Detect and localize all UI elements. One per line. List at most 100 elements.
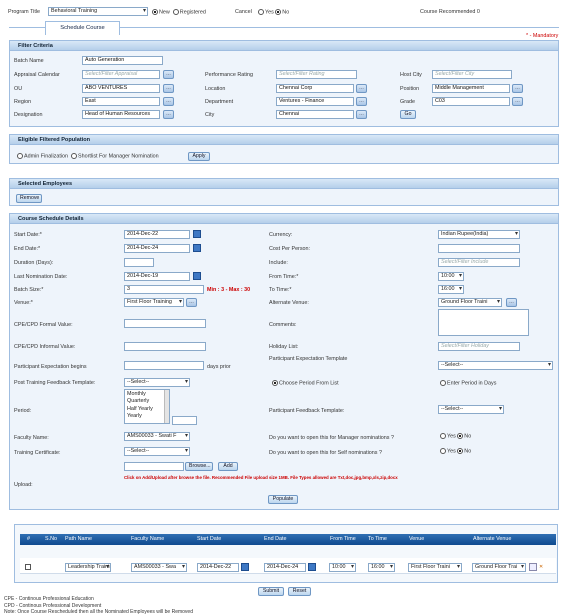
appraisal-lookup-button[interactable]: … [163,70,174,79]
host-city-field[interactable]: Select/Filter City [432,70,512,79]
faculty-name-select[interactable]: AMS00033 - Swati F [124,432,190,441]
grade-label: Grade [400,99,415,105]
end-date-field[interactable]: 2014-Dec-24 [124,244,190,253]
program-title-select[interactable]: Behavioral Training [48,7,148,16]
participant-expectation-days-field[interactable] [124,361,204,370]
batch-size-field[interactable]: 3 [124,285,204,294]
submit-button[interactable]: Submit [258,587,284,596]
participant-expectation-template-select[interactable]: --Select-- [438,361,553,370]
start-date-calendar-icon[interactable] [193,230,201,238]
period-option[interactable]: Half Yearly [127,406,167,413]
row-start-date-calendar-icon[interactable] [241,563,249,571]
alternate-venue-lookup-button[interactable]: … [506,298,517,307]
alternate-venue-label: Alternate Venue: [269,300,309,306]
post-training-select[interactable]: --Select-- [124,378,190,387]
admin-finalization-radio[interactable] [17,153,23,159]
cpe-informal-field[interactable] [124,342,206,351]
participant-feedback-select[interactable]: --Select-- [438,405,504,414]
region-lookup-button[interactable]: … [163,97,174,106]
row-end-date-field[interactable]: 2014-Dec-24 [264,563,306,572]
period-listbox[interactable]: Monthly Quarterly Half Yearly Yearly [124,389,170,424]
cpe-formal-field[interactable] [124,319,206,328]
manager-no-radio[interactable] [457,433,464,439]
row-to-time-select[interactable]: 16:00 [368,563,395,572]
position-field[interactable]: Middle Management [432,84,510,93]
enter-period-radio[interactable] [440,380,446,386]
add-upload-button[interactable]: Add [218,462,238,471]
browse-button[interactable]: Browse... [185,462,213,471]
admin-finalization-label: Admin Finalization [24,153,69,160]
region-field[interactable]: East [82,97,160,106]
registered-radio[interactable] [172,9,179,15]
row-venue-select[interactable]: First Floor Traini [408,563,462,572]
period-option[interactable]: Yearly [127,413,167,420]
shortlist-radio[interactable] [71,153,78,159]
cancel-yes-radio[interactable] [258,9,264,15]
to-time-select[interactable]: 16:00 [438,285,464,294]
designation-lookup-button[interactable]: … [163,110,174,119]
new-radio[interactable] [152,9,158,15]
filter-criteria-header: Filter Criteria [10,41,558,51]
comments-textarea[interactable] [438,309,529,336]
comments-label: Comments: [269,322,297,328]
tab-schedule-course[interactable]: Schedule Course [45,21,120,35]
row-delete-icon[interactable]: ✕ [539,563,547,571]
end-date-calendar-icon[interactable] [193,244,201,252]
from-time-select[interactable]: 10:00 [438,272,464,281]
manager-yes-radio[interactable] [440,433,446,439]
duration-field[interactable] [124,258,154,267]
last-nomination-calendar-icon[interactable] [193,272,201,280]
training-certificate-select[interactable]: --Select-- [124,447,190,456]
cancel-no-radio[interactable] [275,9,282,15]
period-option[interactable]: Monthly [127,391,167,398]
last-nomination-field[interactable]: 2014-Dec-19 [124,272,190,281]
cpe-informal-label: CPE/CPD Informal Value: [14,344,76,350]
row-alternate-venue-select[interactable]: Ground Floor Trai [472,563,526,572]
row-end-date-calendar-icon[interactable] [308,563,316,571]
department-lookup-button[interactable]: … [356,97,367,106]
apply-button[interactable]: Apply [188,152,210,161]
choose-period-radio[interactable] [272,380,278,386]
populate-button[interactable]: Populate [268,495,298,504]
row-checkbox[interactable] [25,564,31,570]
holiday-list-field[interactable]: Select/Filter Holiday [438,342,520,351]
remove-button[interactable]: Remove [16,194,42,203]
batch-name-field[interactable]: Auto Generation [82,56,163,65]
reset-button[interactable]: Reset [288,587,311,596]
cost-per-person-field[interactable] [438,244,520,253]
upload-file-field[interactable] [124,462,184,471]
row-faculty-select[interactable]: AMS00033 - Swa [131,563,187,572]
currency-select[interactable]: Indian Rupee(India) [438,230,520,239]
venue-select[interactable]: First Floor Training [124,298,184,307]
row-venue-lookup-icon[interactable] [529,563,537,571]
grade-field[interactable]: C03 [432,97,510,106]
post-training-label: Post Training Feedback Template: [14,380,96,386]
row-path-name-select[interactable]: Leadership Trainin [65,563,111,572]
location-field[interactable]: Chennai Corp [276,84,354,93]
grade-lookup-button[interactable]: … [512,97,523,106]
ou-lookup-button[interactable]: … [163,84,174,93]
row-from-time-select[interactable]: 10:00 [329,563,356,572]
position-lookup-button[interactable]: … [512,84,523,93]
location-lookup-button[interactable]: … [356,84,367,93]
venue-lookup-button[interactable]: … [186,298,197,307]
department-field[interactable]: Ventures - Finance [276,97,354,106]
appraisal-calendar-field[interactable]: Select/Filter Appraisal [82,70,160,79]
alternate-venue-select[interactable]: Ground Floor Traini [438,298,502,307]
ou-field[interactable]: ABO VENTURES [82,84,160,93]
period-listbox-scrollbar[interactable] [164,390,169,423]
go-button[interactable]: Go [400,110,416,119]
self-yes-radio[interactable] [440,448,446,454]
row-start-date-field[interactable]: 2014-Dec-22 [197,563,239,572]
self-no-radio[interactable] [457,448,464,454]
period-days-field[interactable] [172,416,197,425]
designation-field[interactable]: Head of Human Resources [82,110,160,119]
city-lookup-button[interactable]: … [356,110,367,119]
start-date-field[interactable]: 2014-Dec-22 [124,230,190,239]
grid-header-cell: Path Name [65,536,92,542]
performance-rating-field[interactable]: Select/Filter Rating [276,70,357,79]
training-certificate-label: Training Certificate: [14,450,61,456]
include-field[interactable]: Select/Filter Include [438,258,520,267]
period-option[interactable]: Quarterly [127,398,167,405]
city-field[interactable]: Chennai [276,110,354,119]
